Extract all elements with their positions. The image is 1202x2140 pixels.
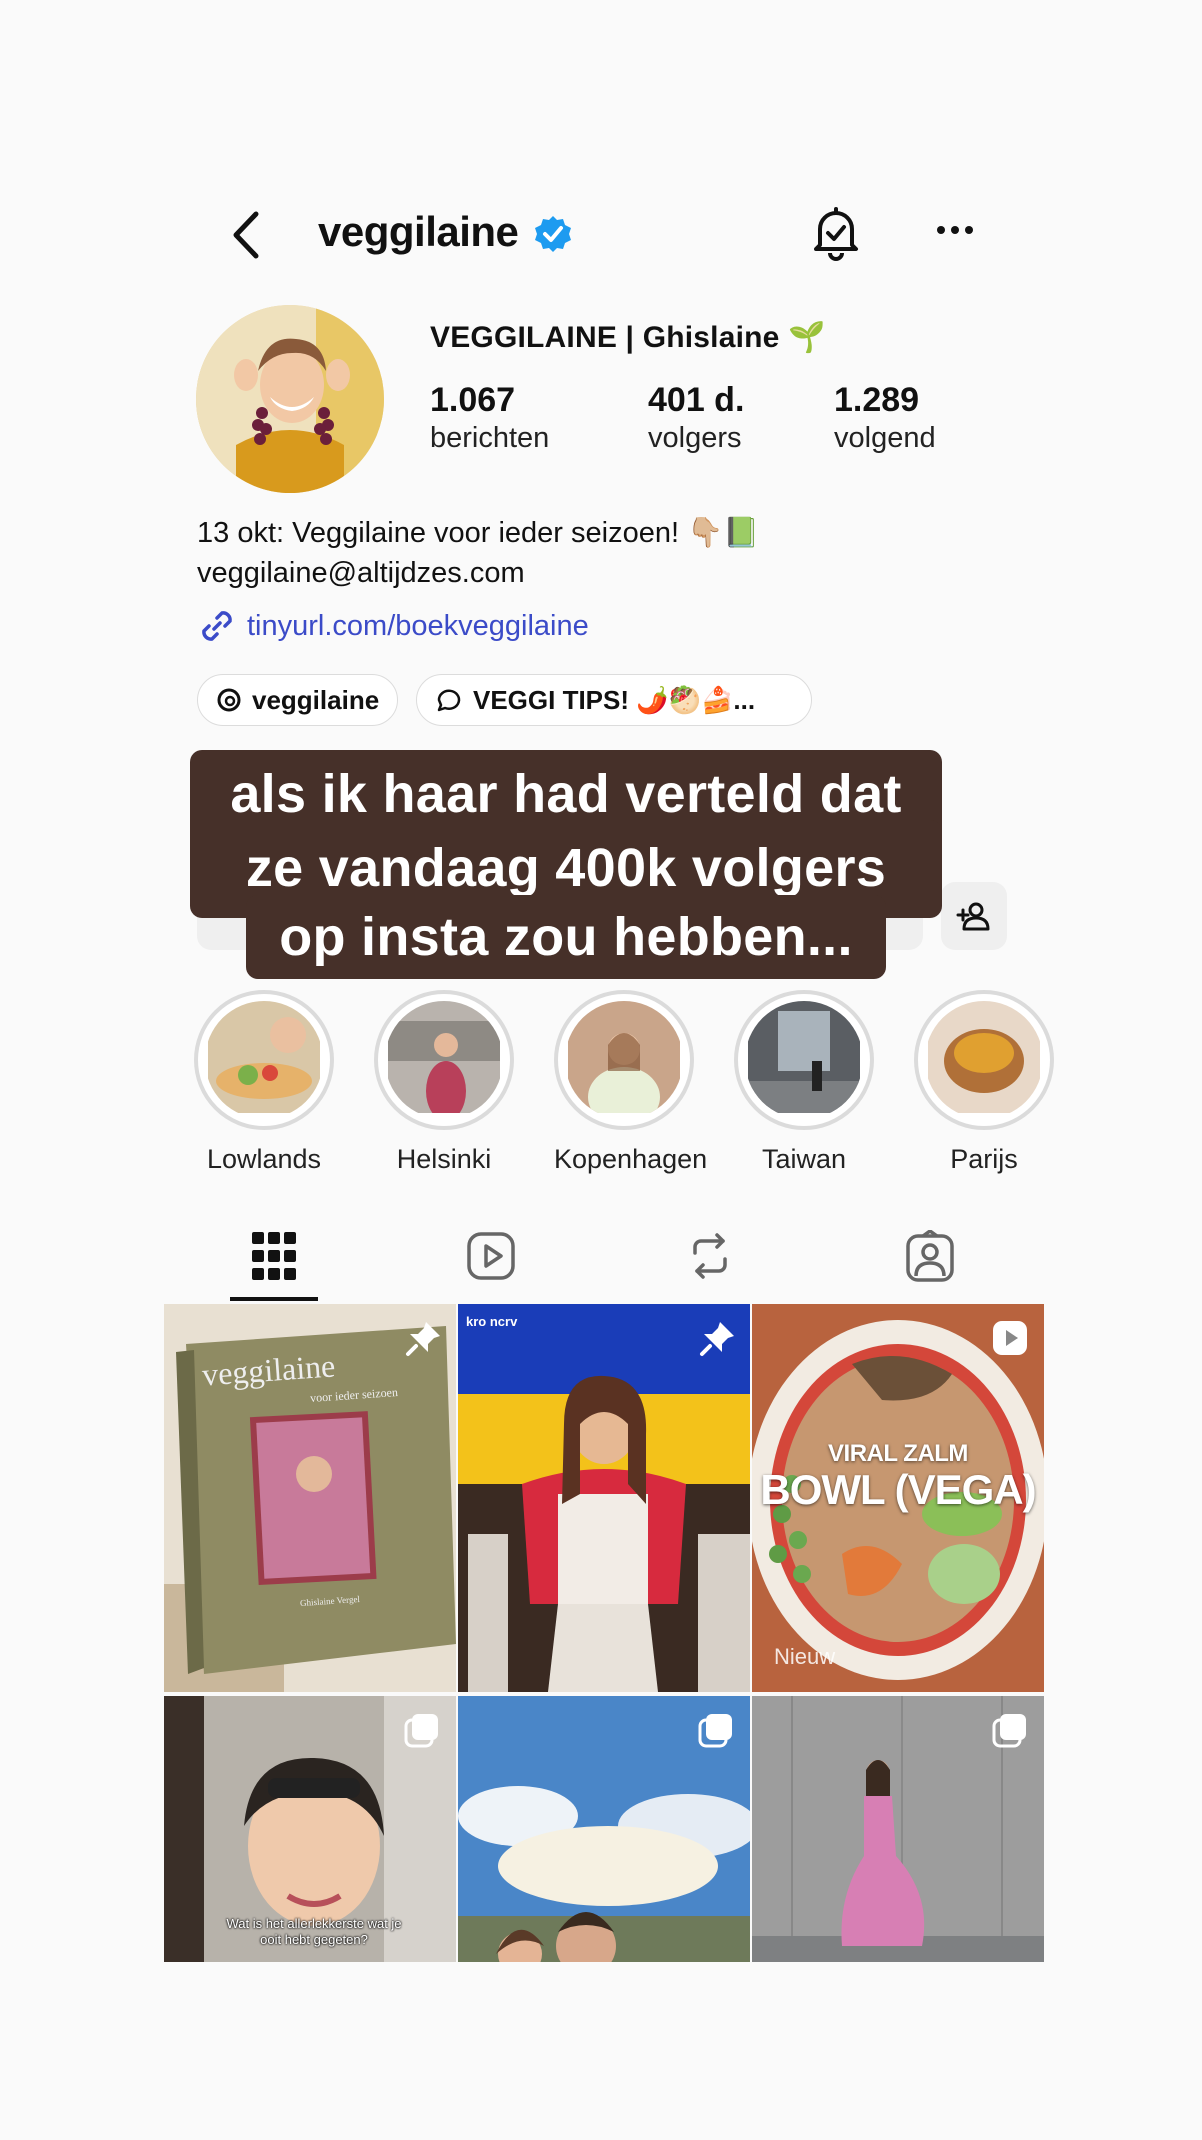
caption-line: op insta zou hebben... (246, 895, 886, 979)
grid-post[interactable] (752, 1696, 1044, 1962)
tab-reposts[interactable] (600, 1208, 820, 1303)
pinned-icon (406, 1322, 440, 1356)
stat-label: volgers (648, 422, 742, 454)
tab-posts-grid[interactable] (164, 1208, 384, 1303)
post-new-tag: Nieuw (774, 1644, 836, 1669)
highlight-label: Kopenhagen (554, 1144, 708, 1174)
post-subtitle: Wat is het allerlekkerste wat je ooit he… (226, 1916, 402, 1947)
back-arrow-icon[interactable] (226, 210, 266, 260)
grid-post[interactable]: VIRAL ZALM BOWL (VEGA) Nieuw (752, 1304, 1044, 1692)
stat-number: 401 d. (648, 381, 745, 419)
highlight-label: Taiwan (761, 1144, 847, 1174)
channel-chip[interactable]: VEGGI TIPS! 🌶️🥙🍰... (416, 674, 812, 726)
carousel-icon (404, 1714, 438, 1748)
highlight-cover (205, 1001, 323, 1119)
bio-line: 13 okt: Veggilaine voor ieder seizoen! 👇… (197, 517, 760, 549)
profile-username: veggilaine (318, 208, 519, 255)
grid-post[interactable] (458, 1696, 750, 1962)
more-options-icon[interactable] (935, 215, 975, 245)
bio-link-text: tinyurl.com/boekveggilaine (247, 609, 589, 642)
highlight-taiwan[interactable]: Taiwan (734, 990, 874, 1175)
carousel-icon (698, 1714, 732, 1748)
pinned-icon (700, 1322, 734, 1356)
link-icon (202, 611, 232, 641)
chip-label: VEGGI TIPS! 🌶️🥙🍰... (473, 684, 756, 715)
posts-count: 1.067 berichten (430, 380, 549, 456)
tab-tagged[interactable] (820, 1208, 1040, 1303)
profile-avatar[interactable] (196, 305, 384, 493)
suggested-users-button[interactable] (941, 882, 1007, 950)
highlight-cover (745, 1001, 863, 1119)
chip-label: veggilaine (252, 684, 380, 715)
bio-email[interactable]: veggilaine@altijdzes.com (197, 557, 525, 590)
repost-icon (693, 1232, 727, 1279)
verified-badge-icon (535, 216, 571, 252)
carousel-icon (992, 1714, 1026, 1748)
broadcaster-logo: kro ncrv (466, 1314, 518, 1329)
grid-post[interactable]: Wat is het allerlekkerste wat je ooit he… (164, 1696, 456, 1962)
profile-display-name: VEGGILAINE | Ghislaine 🌱 (430, 321, 826, 354)
highlight-cover (385, 1001, 503, 1119)
threads-icon (217, 688, 241, 712)
followers-count[interactable]: 401 d. volgers (648, 380, 744, 456)
reel-icon (993, 1321, 1027, 1355)
highlight-cover (925, 1001, 1043, 1119)
post-title-line: BOWL (VEGA) (760, 1466, 1036, 1513)
tab-reels[interactable] (381, 1208, 601, 1303)
add-person-icon (956, 902, 990, 931)
chat-bubble-icon (437, 689, 461, 712)
tagged-person-icon (906, 1229, 954, 1282)
highlight-label: Lowlands (206, 1144, 322, 1174)
active-tab-indicator (230, 1297, 318, 1301)
notification-bell-icon[interactable] (810, 205, 862, 261)
highlight-parijs[interactable]: Parijs (914, 990, 1054, 1175)
bio-link[interactable]: tinyurl.com/boekveggilaine (197, 606, 589, 646)
highlight-kopenhagen[interactable]: Kopenhagen (554, 990, 708, 1175)
highlight-helsinki[interactable]: Helsinki (374, 990, 514, 1175)
highlight-cover (565, 1001, 683, 1119)
following-count[interactable]: 1.289 volgend (834, 380, 936, 456)
highlight-label: Parijs (950, 1144, 1018, 1174)
grid-post[interactable]: veggilaine voor ieder seizoen Ghislaine … (164, 1304, 456, 1692)
threads-chip[interactable]: veggilaine (197, 674, 399, 726)
highlight-label: Helsinki (396, 1144, 492, 1174)
stat-number: 1.067 (430, 381, 516, 419)
stat-label: berichten (430, 422, 550, 454)
grid-post[interactable]: kro ncrv (458, 1304, 750, 1692)
post-title-line: VIRAL ZALM (828, 1440, 968, 1467)
stat-number: 1.289 (834, 381, 920, 419)
stat-label: volgend (834, 422, 936, 454)
highlight-lowlands[interactable]: Lowlands (194, 990, 334, 1175)
reels-icon (467, 1231, 515, 1280)
grid-icon (252, 1231, 296, 1280)
